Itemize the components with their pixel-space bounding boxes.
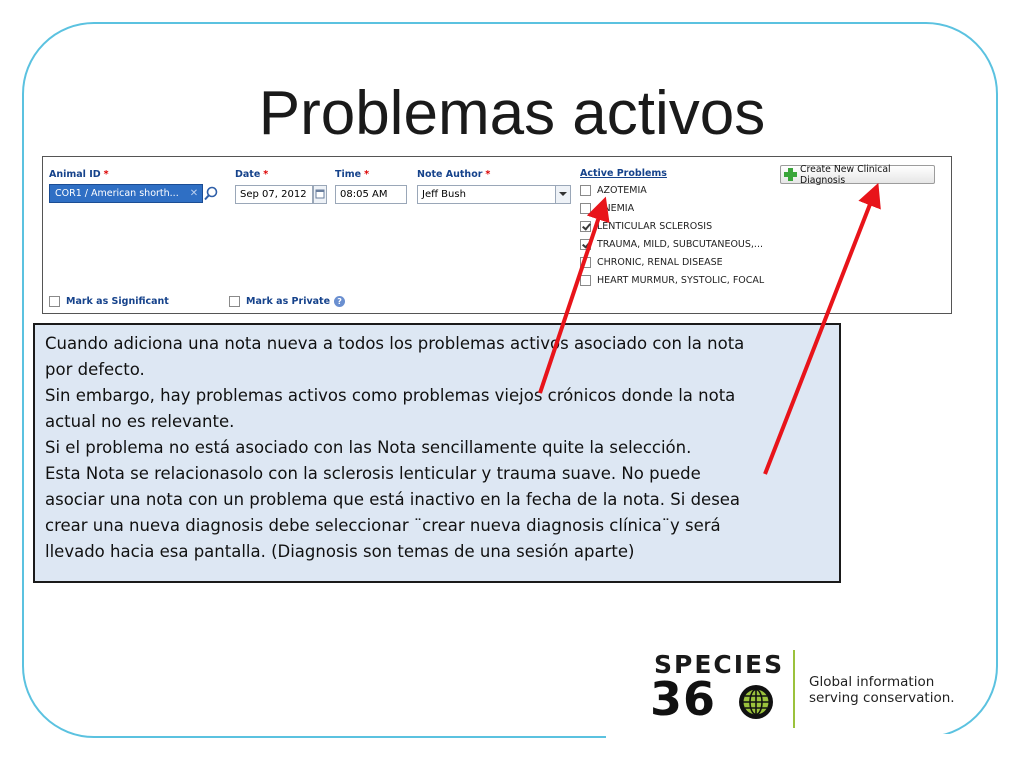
calendar-icon[interactable] <box>313 185 327 204</box>
species360-logo: SPECIES 36 Global information serving co… <box>650 648 970 730</box>
problem-row-chronic-renal[interactable]: CHRONIC, RENAL DISEASE <box>580 254 723 270</box>
note-line: actual no es relevante. <box>45 412 235 431</box>
problem-label: ANEMIA <box>597 202 635 214</box>
problem-row-anemia[interactable]: ANEMIA <box>580 200 634 216</box>
logo-number: 36 <box>650 672 717 726</box>
globe-icon <box>739 685 773 719</box>
animal-id-value: COR1 / American shorth... <box>55 188 179 199</box>
problem-label: AZOTEMIA <box>597 184 647 196</box>
frame-gap <box>606 734 1006 748</box>
search-icon[interactable] <box>203 184 219 203</box>
problem-label: LENTICULAR SCLEROSIS <box>597 220 713 232</box>
note-line: Cuando adiciona una nota nueva a todos l… <box>45 334 745 353</box>
problem-row-heart-murmur[interactable]: HEART MURMUR, SYSTOLIC, FOCAL <box>580 272 764 288</box>
animal-id-token: COR1 / American shorth... ✕ <box>52 186 200 201</box>
problem-row-lenticular-sclerosis[interactable]: LENTICULAR SCLEROSIS <box>580 218 712 234</box>
problem-label: HEART MURMUR, SYSTOLIC, FOCAL <box>597 274 765 286</box>
plus-icon <box>784 168 797 181</box>
mark-private-label: Mark as Private <box>246 296 331 307</box>
logo-divider <box>793 650 795 728</box>
logo-tagline: Global information serving conservation. <box>809 674 955 706</box>
active-problems-label: Active Problems <box>580 168 667 179</box>
problem-checkbox[interactable] <box>580 202 591 214</box>
create-clinical-diagnosis-label: Create New Clinical Diagnosis <box>800 163 891 186</box>
clinical-note-form: Animal ID * COR1 / American shorth... ✕ D… <box>42 156 952 314</box>
date-field[interactable]: Sep 07, 2012 <box>235 185 313 204</box>
note-author-select[interactable]: Jeff Bush <box>417 185 571 204</box>
problem-checkbox[interactable] <box>580 184 591 196</box>
problem-checkbox[interactable] <box>580 274 591 286</box>
problem-label: TRAUMA, MILD, SUBCUTANEOUS,... <box>597 238 763 250</box>
create-clinical-diagnosis-button[interactable]: Create New Clinical Diagnosis <box>780 163 935 186</box>
chevron-down-icon[interactable] <box>555 186 570 203</box>
problem-label: CHRONIC, RENAL DISEASE <box>597 256 723 268</box>
note-line: Si el problema no está asociado con las … <box>45 438 692 457</box>
mark-significant-label: Mark as Significant <box>66 296 169 307</box>
note-line: asociar una nota con un problema que est… <box>45 490 741 509</box>
note-line: Sin embargo, hay problemas activos como … <box>45 386 736 405</box>
problem-row-trauma[interactable]: TRAUMA, MILD, SUBCUTANEOUS,... <box>580 236 763 252</box>
mark-private-checkbox[interactable] <box>229 296 240 307</box>
note-line: Esta Nota se relacionasolo con la sclero… <box>45 464 701 483</box>
note-line: por defecto. <box>45 360 145 379</box>
animal-id-field[interactable]: COR1 / American shorth... ✕ <box>49 184 203 203</box>
note-line: llevado hacia esa pantalla. (Diagnosis s… <box>45 542 635 561</box>
note-author-label: Note Author * <box>417 169 491 180</box>
time-field[interactable]: 08:05 AM <box>335 185 407 204</box>
explanation-note: Cuando adiciona una nota nueva a todos l… <box>33 323 841 583</box>
problem-checkbox-checked[interactable] <box>580 220 591 232</box>
animal-id-label: Animal ID * <box>49 169 109 180</box>
time-label: Time * <box>335 169 370 180</box>
mark-significant-option[interactable]: Mark as Significant <box>49 296 169 307</box>
date-label: Date * <box>235 169 269 180</box>
problem-row-azotemia[interactable]: AZOTEMIA <box>580 182 647 198</box>
problem-checkbox-checked[interactable] <box>580 238 591 250</box>
close-icon[interactable]: ✕ <box>188 186 200 201</box>
mark-private-option[interactable]: Mark as Private ? <box>229 296 346 307</box>
help-icon[interactable]: ? <box>334 296 346 307</box>
mark-significant-checkbox[interactable] <box>49 296 60 307</box>
problem-checkbox[interactable] <box>580 256 591 268</box>
note-line: crear una nueva diagnosis debe seleccion… <box>45 516 721 535</box>
slide-title: Problemas activos <box>258 79 766 148</box>
